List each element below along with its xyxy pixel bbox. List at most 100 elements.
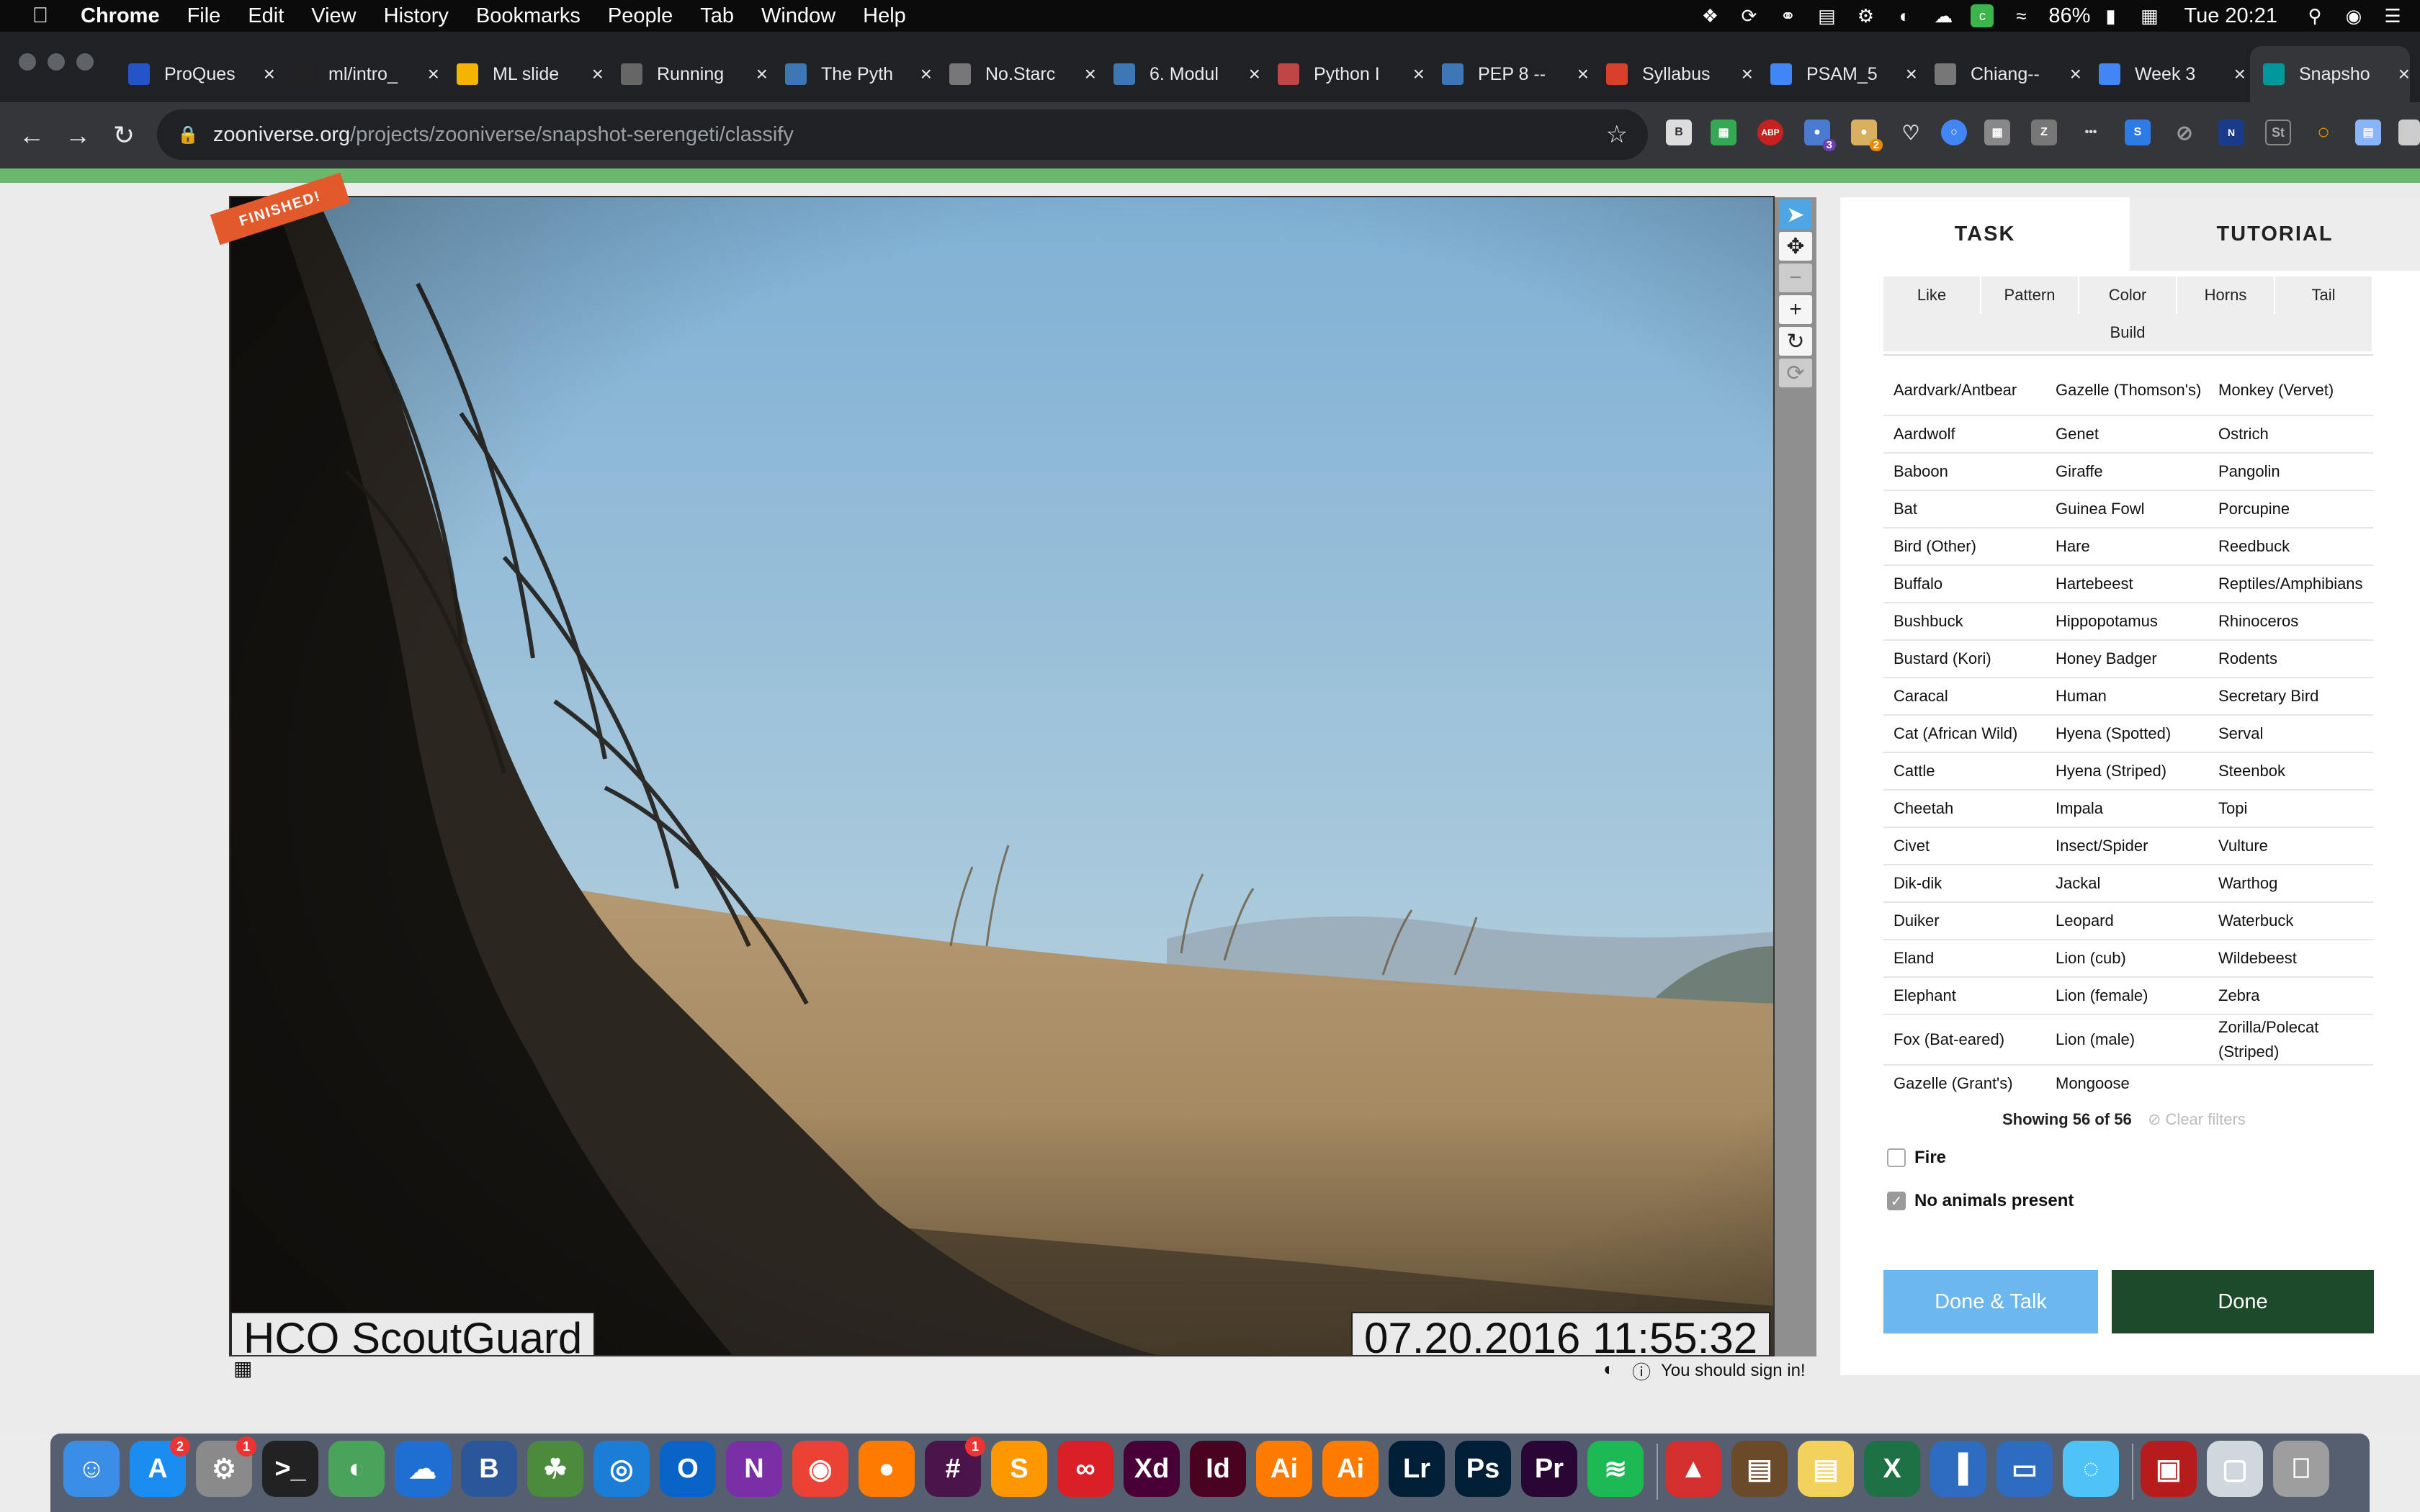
species-option[interactable]: Lion (male): [2045, 1014, 2208, 1065]
extension-grid-icon[interactable]: ▦: [1984, 120, 2010, 145]
dock-messages-icon[interactable]: ◌: [2063, 1441, 2119, 1497]
extension-doc-icon[interactable]: ▤: [2355, 120, 2381, 145]
species-option[interactable]: Gazelle (Grant's): [1883, 1065, 2045, 1102]
species-option[interactable]: Topi: [2208, 790, 2371, 827]
tab-close-icon[interactable]: ×: [920, 63, 932, 86]
species-option[interactable]: Insect/Spider: [2045, 827, 2208, 865]
species-option[interactable]: Duiker: [1883, 902, 2045, 940]
dock-finder-icon[interactable]: ☺: [63, 1441, 120, 1497]
species-option[interactable]: Bird (Other): [1883, 528, 2045, 565]
dock-sublime-text-icon[interactable]: S: [991, 1441, 1047, 1497]
browser-tab[interactable]: Python I ×: [1265, 46, 1425, 102]
browser-tab[interactable]: 6. Modul ×: [1101, 46, 1260, 102]
extension-disabled-icon[interactable]: ⊘: [2172, 120, 2197, 145]
dock-excel-icon[interactable]: X: [1864, 1441, 1920, 1497]
tab-task[interactable]: TASK: [1840, 197, 2130, 271]
extension-sheets-icon[interactable]: ▦: [1711, 120, 1736, 145]
browser-tab[interactable]: Chiang-- ×: [1922, 46, 2081, 102]
dock-onedrive-icon[interactable]: ☁: [395, 1441, 451, 1497]
dock-books-icon[interactable]: ▤: [1731, 1441, 1788, 1497]
pointer-tool-icon[interactable]: ➤: [1779, 200, 1812, 229]
rotate-icon[interactable]: ↻: [1779, 327, 1812, 356]
extension-blue-icon[interactable]: ● 3: [1804, 120, 1836, 151]
filter-build[interactable]: Build: [1883, 314, 2373, 351]
dock-acrobat-icon[interactable]: ▲: [1665, 1441, 1721, 1497]
creative-cloud-icon[interactable]: ⚭: [1776, 4, 1799, 27]
species-option[interactable]: Caracal: [1883, 678, 2045, 715]
clock[interactable]: Tue 20:21: [2184, 4, 2277, 28]
green-app-icon[interactable]: c: [1971, 4, 1994, 27]
species-option[interactable]: Civet: [1883, 827, 2045, 865]
species-option[interactable]: Baboon: [1883, 453, 2045, 490]
dock-preview-icon[interactable]: ▢: [2207, 1441, 2263, 1497]
species-option[interactable]: Aardvark/Antbear: [1883, 365, 2045, 415]
lock-icon[interactable]: 🔒: [177, 125, 199, 145]
species-option[interactable]: Eland: [1883, 940, 2045, 977]
tab-close-icon[interactable]: ×: [2398, 63, 2410, 86]
species-option[interactable]: Fox (Bat-eared): [1883, 1014, 2045, 1065]
info-icon[interactable]: ⓘ: [1632, 1358, 1651, 1385]
bartender-icon[interactable]: ▤: [1815, 4, 1838, 27]
grid-view-icon[interactable]: ▦: [233, 1356, 252, 1380]
zoom-out-icon[interactable]: −: [1779, 264, 1812, 292]
menu-help[interactable]: Help: [863, 4, 906, 28]
apple-icon[interactable]: : [24, 0, 56, 32]
browser-tab[interactable]: PSAM_5 ×: [1757, 46, 1917, 102]
tab-close-icon[interactable]: ×: [1085, 63, 1096, 86]
spotlight-search-icon[interactable]: ⚲: [2303, 4, 2326, 27]
sign-in-notice[interactable]: You should sign in!: [1661, 1361, 1806, 1381]
species-option[interactable]: Aardwolf: [1883, 415, 2045, 453]
dock-spotify-icon[interactable]: ≋: [1587, 1441, 1644, 1497]
species-option[interactable]: Rhinoceros: [2208, 603, 2371, 640]
species-option[interactable]: Mongoose: [2045, 1065, 2208, 1102]
extension-z-icon[interactable]: Z: [2031, 120, 2057, 145]
dock-firefox-icon[interactable]: ●: [859, 1441, 915, 1497]
fire-checkbox[interactable]: [1887, 1148, 1906, 1167]
dock-ai-icon[interactable]: Ai: [1256, 1441, 1312, 1497]
species-option[interactable]: Zorilla/Polecat (Striped): [2208, 1014, 2371, 1065]
back-button[interactable]: ←: [14, 118, 49, 153]
dock-safari-icon[interactable]: ◎: [593, 1441, 650, 1497]
done-button[interactable]: Done: [2112, 1270, 2374, 1333]
dock-terminal-icon[interactable]: >_: [262, 1441, 318, 1497]
extension-orange-circle-icon[interactable]: ○: [2311, 120, 2336, 145]
wifi-icon[interactable]: ≈: [2009, 4, 2033, 27]
species-option[interactable]: Warthog: [2208, 865, 2371, 902]
filter-horns[interactable]: Horns: [2177, 276, 2275, 314]
subject-image[interactable]: HCO ScoutGuard 07.20.2016 11:55:32: [229, 196, 1775, 1356]
extension-n-icon[interactable]: N: [2218, 120, 2244, 145]
species-option[interactable]: Elephant: [1883, 977, 2045, 1014]
species-option[interactable]: Serval: [2208, 715, 2371, 752]
dock-ai-icon[interactable]: Ai: [1322, 1441, 1379, 1497]
no-animals-checkbox[interactable]: ✓: [1887, 1192, 1906, 1210]
adblock-icon[interactable]: ABP: [1757, 120, 1783, 145]
browser-tab[interactable]: ProQues ×: [115, 46, 275, 102]
dock-keynote-icon[interactable]: ☘: [527, 1441, 583, 1497]
no-animals-label[interactable]: No animals present: [1914, 1191, 2074, 1211]
tab-close-icon[interactable]: ×: [756, 63, 768, 86]
species-option[interactable]: Buffalo: [1883, 565, 2045, 603]
night-mode-icon[interactable]: ◐: [1893, 4, 1916, 27]
siri-icon[interactable]: ◉: [2342, 4, 2365, 27]
filter-color[interactable]: Color: [2079, 276, 2177, 314]
species-option[interactable]: Monkey (Vervet): [2208, 365, 2371, 415]
species-option[interactable]: Guinea Fowl: [2045, 490, 2208, 528]
species-option[interactable]: Jackal: [2045, 865, 2208, 902]
dock-word-icon[interactable]: B: [461, 1441, 517, 1497]
menu-tab[interactable]: Tab: [700, 4, 734, 28]
browser-tab[interactable]: Running ×: [608, 46, 768, 102]
browser-tab[interactable]: Snapsho ×: [2250, 46, 2410, 102]
extension-circle-icon[interactable]: ○: [1941, 120, 1967, 145]
pan-tool-icon[interactable]: ✥: [1779, 232, 1812, 261]
tab-close-icon[interactable]: ×: [1577, 63, 1589, 86]
fire-label[interactable]: Fire: [1914, 1148, 1946, 1168]
menu-people[interactable]: People: [608, 4, 673, 28]
species-option[interactable]: Honey Badger: [2045, 640, 2208, 678]
filter-pattern[interactable]: Pattern: [1981, 276, 2079, 314]
dock-stickies-icon[interactable]: ▤: [1798, 1441, 1854, 1497]
species-option[interactable]: Hippopotamus: [2045, 603, 2208, 640]
zoom-in-icon[interactable]: +: [1779, 295, 1812, 324]
species-option[interactable]: Lion (cub): [2045, 940, 2208, 977]
tab-close-icon[interactable]: ×: [1906, 63, 1917, 86]
tab-tutorial[interactable]: TUTORIAL: [2130, 197, 2420, 271]
